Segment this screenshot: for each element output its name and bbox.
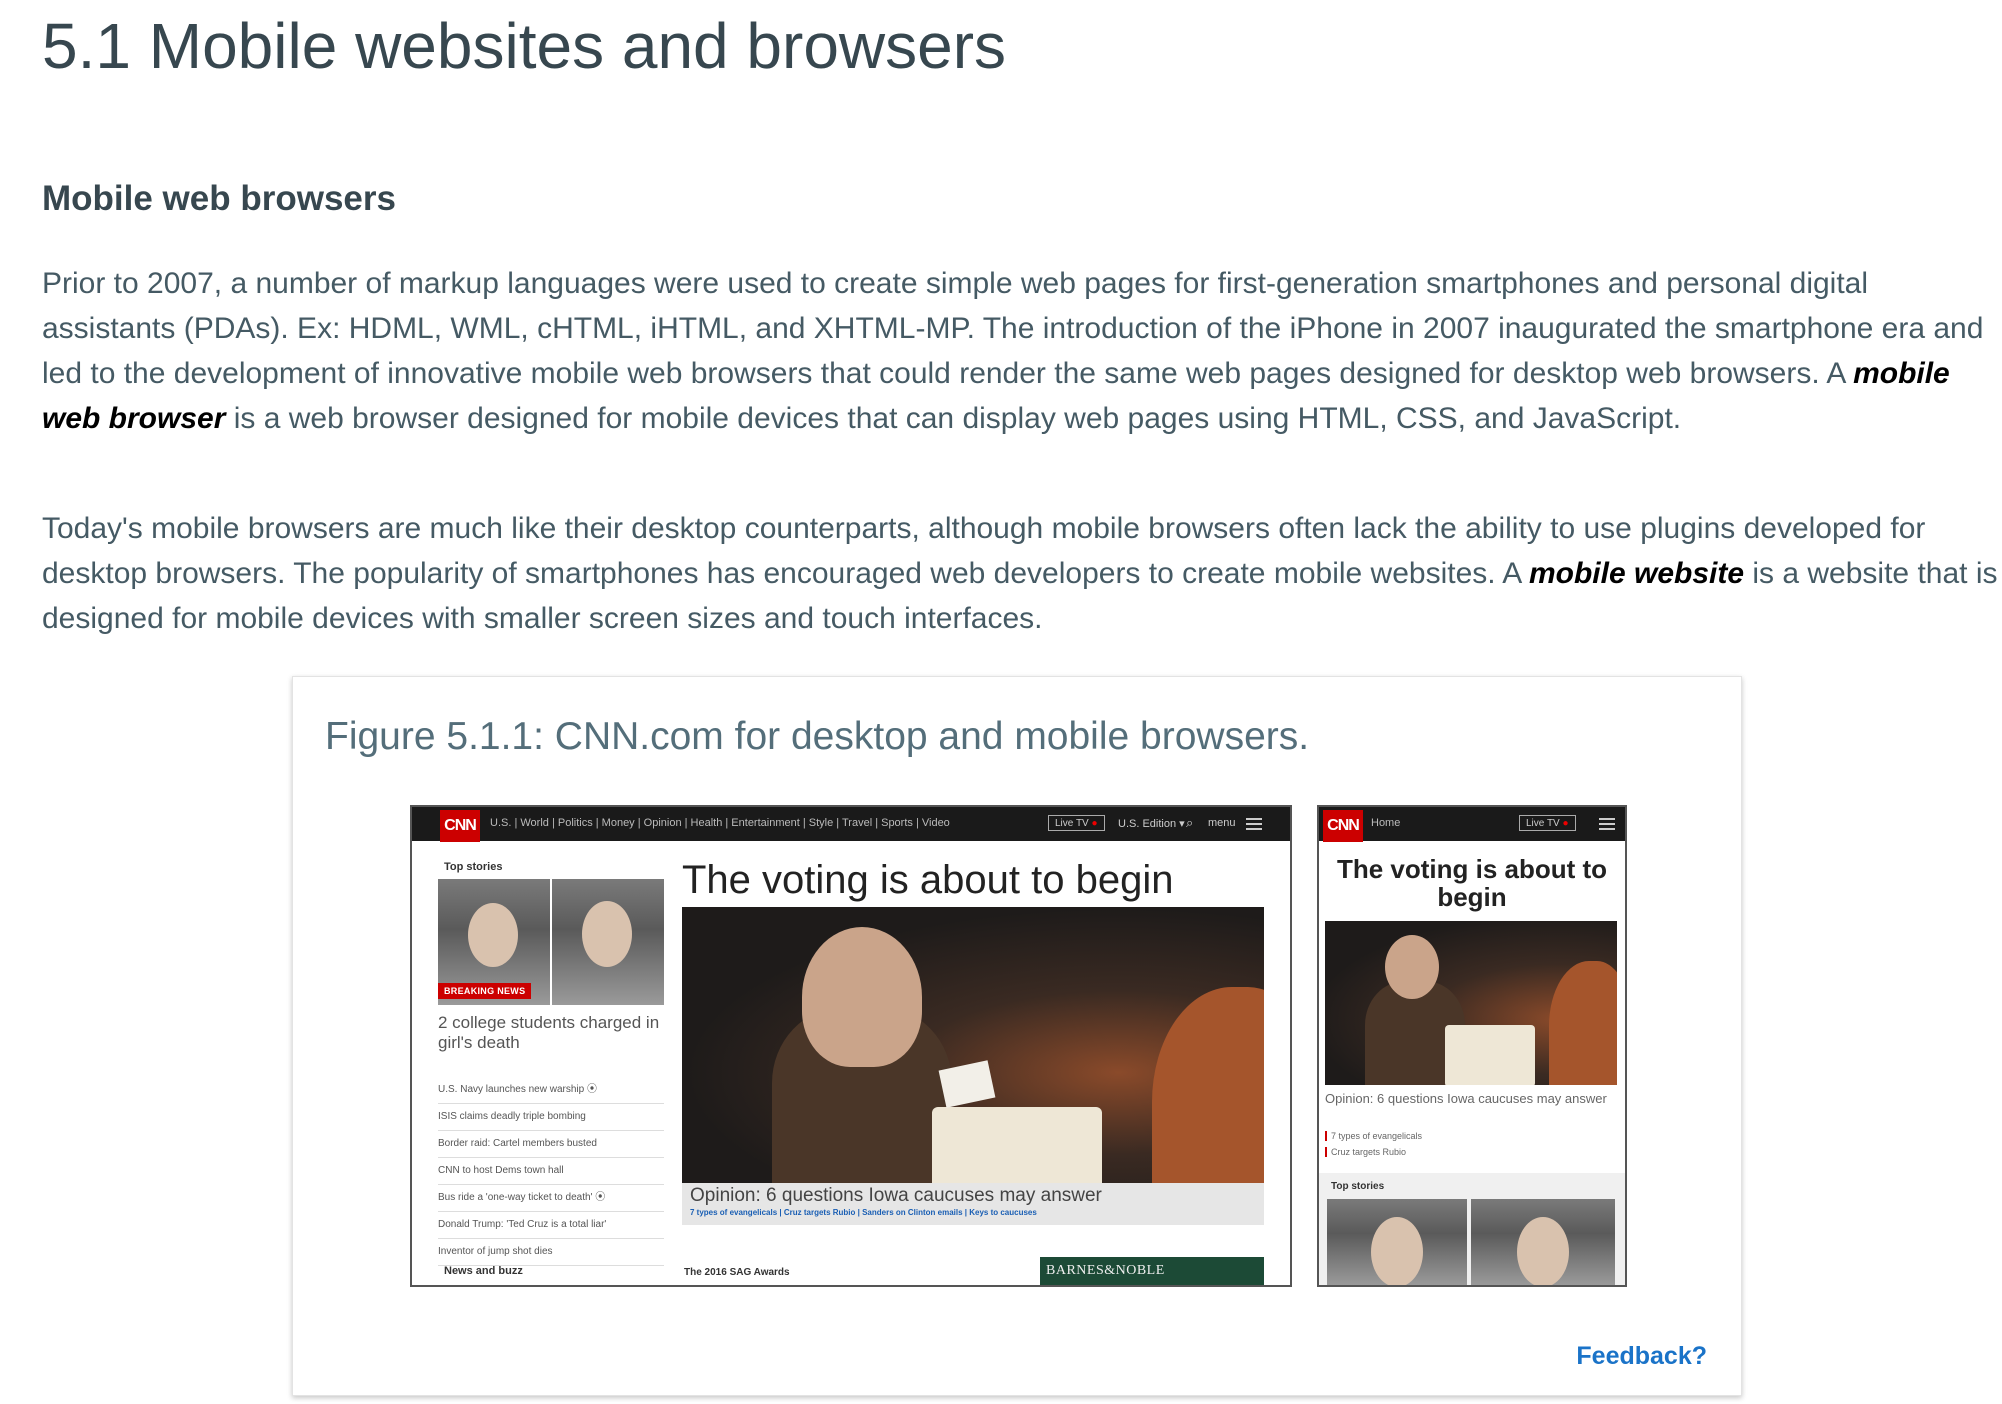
- mobile-opinion-link[interactable]: Opinion: 6 questions Iowa caucuses may a…: [1325, 1091, 1615, 1107]
- lead-story-link[interactable]: 2 college students charged in girl's dea…: [438, 1013, 664, 1053]
- home-link: Home: [1371, 817, 1401, 829]
- hero-caption: Opinion: 6 questions Iowa caucuses may a…: [682, 1183, 1264, 1225]
- cnn-logo: CNN: [440, 810, 480, 842]
- paragraph-text: is a web browser designed for mobile dev…: [225, 402, 1682, 435]
- live-tv-badge: Live TV ●: [1519, 815, 1576, 831]
- top-stories-list: U.S. Navy launches new warship ⦿ ISIS cl…: [438, 1077, 664, 1266]
- story-link[interactable]: Inventor of jump shot dies: [438, 1239, 664, 1266]
- live-dot-icon: ●: [1091, 818, 1098, 829]
- cnn-logo: CNN: [1323, 810, 1363, 842]
- top-stories-label: Top stories: [444, 861, 503, 873]
- photo-figure: [1152, 987, 1264, 1183]
- photo-figure: [1549, 961, 1617, 1085]
- story-link[interactable]: ISIS claims deadly triple bombing: [438, 1104, 664, 1131]
- story-link[interactable]: Donald Trump: 'Ted Cruz is a total liar': [438, 1212, 664, 1239]
- hamburger-icon: [1246, 818, 1262, 830]
- hamburger-icon: [1599, 818, 1615, 830]
- paragraph-intro: Prior to 2007, a number of markup langua…: [42, 261, 2002, 441]
- photo-figure: [802, 927, 922, 1067]
- ballot-box: [932, 1107, 1102, 1183]
- story-link[interactable]: CNN to host Dems town hall: [438, 1158, 664, 1185]
- mobile-top-stories-label: Top stories: [1331, 1181, 1385, 1192]
- advertisement-banner[interactable]: BARNES&NOBLE: [1040, 1257, 1264, 1285]
- face-shape: [1371, 1217, 1423, 1285]
- mobile-screenshot: CNN Home Live TV ● The voting is about t…: [1317, 805, 1627, 1287]
- live-tv-badge: Live TV ●: [1048, 815, 1105, 831]
- story-link[interactable]: Bus ride a 'one-way ticket to death' ⦿: [438, 1185, 664, 1212]
- live-tv-label: Live TV: [1526, 818, 1560, 829]
- main-headline[interactable]: The voting is about to begin: [682, 857, 1173, 903]
- mobile-headline[interactable]: The voting is about to begin: [1319, 855, 1625, 911]
- figure-caption: Figure 5.1.1: CNN.com for desktop and mo…: [325, 715, 1310, 758]
- desktop-nav-links: U.S. | World | Politics | Money | Opinio…: [490, 817, 950, 829]
- story-link[interactable]: Border raid: Cartel members busted: [438, 1131, 664, 1158]
- mugshot-right: [1471, 1199, 1615, 1285]
- face-shape: [582, 901, 632, 967]
- section-heading: Mobile web browsers: [42, 179, 396, 218]
- feedback-link[interactable]: Feedback?: [1576, 1342, 1707, 1371]
- mobile-top-stories: Top stories: [1319, 1173, 1625, 1285]
- sag-awards-label: The 2016 SAG Awards: [684, 1267, 790, 1278]
- term-mobile-website: mobile website: [1528, 557, 1745, 590]
- photo-figure: [1385, 935, 1439, 999]
- mugshot-right: [552, 879, 664, 1005]
- hero-photo: [682, 907, 1264, 1183]
- story-link[interactable]: U.S. Navy launches new warship ⦿: [438, 1077, 664, 1104]
- paragraph-text: Prior to 2007, a number of markup langua…: [42, 267, 1984, 390]
- live-tv-label: Live TV: [1055, 818, 1089, 829]
- hero-caption-title[interactable]: Opinion: 6 questions Iowa caucuses may a…: [690, 1185, 1102, 1207]
- mugshot-left: [1327, 1199, 1467, 1285]
- menu-label: menu: [1208, 817, 1236, 829]
- page-title: 5.1 Mobile websites and browsers: [42, 10, 1007, 82]
- face-shape: [468, 903, 518, 967]
- paragraph-mobile-websites: Today's mobile browsers are much like th…: [42, 506, 2002, 641]
- desktop-top-nav: CNN U.S. | World | Politics | Money | Op…: [412, 807, 1290, 842]
- search-icon: ⌕: [1186, 815, 1194, 830]
- breaking-news-badge: BREAKING NEWS: [438, 983, 532, 999]
- mobile-top-nav: CNN Home Live TV ●: [1319, 807, 1625, 842]
- live-dot-icon: ●: [1562, 818, 1569, 829]
- news-and-buzz-label: News and buzz: [444, 1265, 523, 1277]
- edition-selector: U.S. Edition ▾: [1118, 818, 1185, 830]
- mobile-hero-photo: [1325, 921, 1617, 1085]
- mobile-related-link[interactable]: 7 types of evangelicals: [1325, 1131, 1422, 1141]
- figure-card: Figure 5.1.1: CNN.com for desktop and mo…: [292, 676, 1742, 1396]
- desktop-screenshot: CNN U.S. | World | Politics | Money | Op…: [410, 805, 1292, 1287]
- ballot-box: [1445, 1025, 1535, 1085]
- hero-related-links[interactable]: 7 types of evangelicals | Cruz targets R…: [690, 1208, 1037, 1217]
- face-shape: [1517, 1217, 1569, 1285]
- mobile-related-link[interactable]: Cruz targets Rubio: [1325, 1147, 1406, 1157]
